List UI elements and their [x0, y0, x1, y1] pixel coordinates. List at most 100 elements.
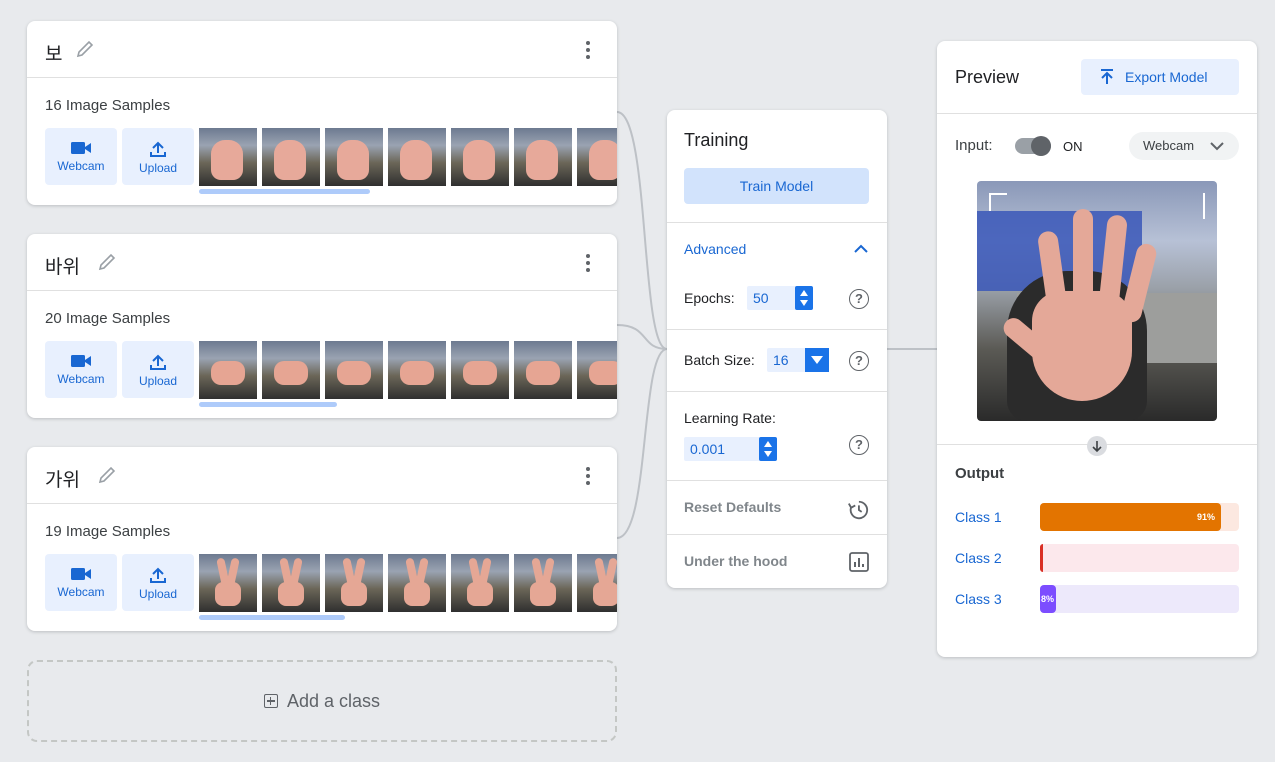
train-model-button[interactable]: Train Model	[684, 168, 869, 204]
confidence-bar: 8%	[1040, 585, 1239, 613]
epochs-input[interactable]: 50	[747, 286, 813, 310]
thumbnail-scrollbar[interactable]	[199, 615, 345, 620]
confidence-bar	[1040, 544, 1239, 572]
pencil-icon[interactable]	[75, 39, 95, 59]
sample-thumbnail[interactable]	[388, 128, 446, 186]
sample-thumbnail[interactable]	[577, 554, 617, 612]
input-toggle[interactable]	[1015, 136, 1051, 156]
upload-icon	[150, 141, 166, 157]
class-card: 바위 20 Image Samples Webcam Upload	[27, 234, 617, 418]
confidence-fill	[1040, 544, 1043, 572]
help-icon[interactable]: ?	[849, 289, 869, 309]
input-source-select[interactable]: Webcam	[1129, 132, 1239, 160]
advanced-toggle[interactable]: Advanced	[684, 241, 746, 257]
learning-rate-stepper[interactable]	[759, 437, 777, 461]
sample-thumbnail[interactable]	[451, 554, 509, 612]
input-source-value: Webcam	[1143, 138, 1195, 153]
sample-thumbnail[interactable]	[325, 128, 383, 186]
sample-thumbnail[interactable]	[199, 554, 257, 612]
preview-panel: Preview Export Model Input: ON Webcam Ou…	[937, 41, 1257, 657]
divider	[667, 391, 887, 392]
sample-thumbnail[interactable]	[451, 341, 509, 399]
upload-label: Upload	[138, 161, 178, 175]
upload-icon	[150, 354, 166, 370]
class-header: 보	[27, 21, 617, 78]
sample-thumbnail[interactable]	[514, 554, 572, 612]
divider	[667, 329, 887, 330]
class-name[interactable]: 바위	[45, 252, 80, 279]
confidence-fill: 8%	[1040, 585, 1056, 613]
sample-thumbnails	[199, 554, 617, 612]
sample-thumbnail[interactable]	[577, 128, 617, 186]
more-options-icon[interactable]	[585, 254, 591, 272]
thumbnail-scrollbar[interactable]	[199, 189, 370, 194]
learning-rate-label: Learning Rate:	[684, 410, 776, 426]
batch-size-label: Batch Size:	[684, 352, 755, 368]
webcam-label: Webcam	[57, 585, 105, 599]
dropdown-caret-icon[interactable]	[805, 348, 829, 372]
pencil-icon[interactable]	[97, 465, 117, 485]
epochs-stepper[interactable]	[795, 286, 813, 310]
output-class-label: Class 1	[955, 509, 1002, 525]
add-icon	[263, 694, 278, 708]
upload-button[interactable]: Upload	[122, 128, 194, 185]
batch-size-value: 16	[773, 352, 789, 368]
video-camera-icon	[71, 142, 91, 154]
training-title: Training	[684, 130, 749, 150]
sample-thumbnail[interactable]	[325, 341, 383, 399]
sample-thumbnail[interactable]	[262, 554, 320, 612]
sample-thumbnail[interactable]	[388, 341, 446, 399]
add-class-label: Add a class	[286, 690, 381, 711]
divider	[937, 113, 1257, 114]
more-options-icon[interactable]	[585, 41, 591, 59]
flip-icon[interactable]	[1187, 193, 1205, 219]
upload-icon	[1101, 69, 1113, 84]
sample-count: 19 Image Samples	[45, 523, 171, 540]
reset-defaults-button[interactable]: Reset Defaults	[684, 499, 781, 515]
sample-thumbnail[interactable]	[262, 128, 320, 186]
history-icon[interactable]	[847, 499, 869, 521]
help-icon[interactable]: ?	[849, 351, 869, 371]
sample-thumbnail[interactable]	[451, 128, 509, 186]
sample-thumbnail[interactable]	[388, 554, 446, 612]
class-name[interactable]: 보	[45, 39, 62, 66]
class-header: 가위	[27, 447, 617, 504]
upload-button[interactable]: Upload	[122, 554, 194, 611]
upload-icon	[150, 567, 166, 583]
webcam-button[interactable]: Webcam	[45, 128, 117, 185]
sample-thumbnail[interactable]	[199, 128, 257, 186]
webcam-button[interactable]: Webcam	[45, 341, 117, 398]
output-class-label: Class 2	[955, 550, 1002, 566]
bar-chart-icon[interactable]	[849, 552, 869, 572]
export-model-button[interactable]: Export Model	[1081, 59, 1239, 95]
sample-thumbnails	[199, 128, 617, 186]
sample-thumbnail[interactable]	[262, 341, 320, 399]
learning-rate-input[interactable]: 0.001	[684, 437, 777, 461]
thumbnail-scrollbar[interactable]	[199, 402, 337, 407]
sample-thumbnail[interactable]	[514, 128, 572, 186]
add-class-button[interactable]: Add a class	[27, 660, 617, 742]
sample-thumbnail[interactable]	[325, 554, 383, 612]
sample-thumbnail[interactable]	[577, 341, 617, 399]
sample-thumbnail[interactable]	[199, 341, 257, 399]
upload-button[interactable]: Upload	[122, 341, 194, 398]
webcam-preview	[977, 181, 1217, 421]
divider	[667, 534, 887, 535]
learning-rate-value: 0.001	[690, 441, 726, 457]
pencil-icon[interactable]	[97, 252, 117, 272]
arrow-down-icon	[1087, 436, 1107, 456]
help-icon[interactable]: ?	[849, 435, 869, 455]
class-header: 바위	[27, 234, 617, 291]
confidence-fill: 91%	[1040, 503, 1221, 531]
more-options-icon[interactable]	[585, 467, 591, 485]
sample-thumbnail[interactable]	[514, 341, 572, 399]
under-the-hood-button[interactable]: Under the hood	[684, 553, 787, 569]
crop-icon[interactable]	[989, 193, 1007, 211]
sample-thumbnails	[199, 341, 617, 399]
video-camera-icon	[71, 355, 91, 367]
webcam-button[interactable]: Webcam	[45, 554, 117, 611]
chevron-up-icon[interactable]	[853, 242, 869, 254]
class-name[interactable]: 가위	[45, 465, 80, 492]
training-panel: Training Train Model Advanced Epochs: 50…	[667, 110, 887, 588]
batch-size-select[interactable]: 16	[767, 348, 829, 372]
